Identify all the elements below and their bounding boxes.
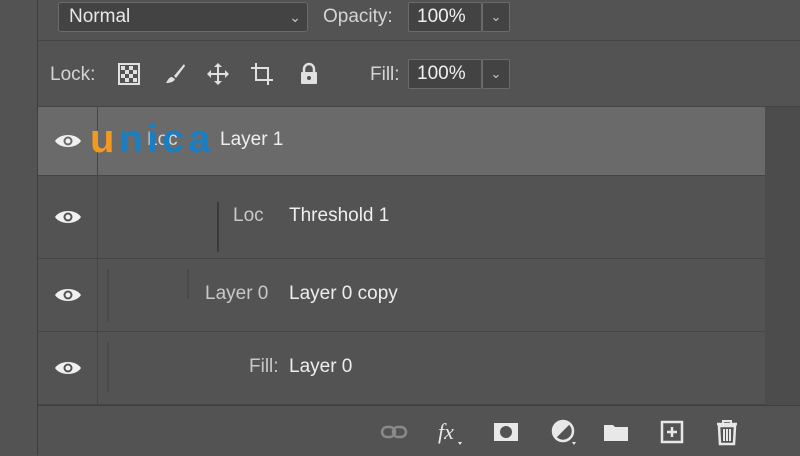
visibility-toggle[interactable]: [38, 176, 98, 258]
mask-icon[interactable]: [492, 418, 520, 446]
chevron-down-icon: ⌄: [289, 9, 301, 25]
layer-name[interactable]: Layer 0: [289, 356, 352, 378]
layers-bottom-toolbar: fx: [38, 405, 800, 456]
lock-artboard-icon[interactable]: [250, 62, 274, 86]
layer-name[interactable]: Layer 1: [220, 129, 283, 151]
layer-row-layer-0-copy[interactable]: Layer 0 Layer 0 copy: [38, 259, 765, 332]
visibility-toggle[interactable]: [38, 332, 98, 404]
layer-name[interactable]: Layer 0 copy: [289, 283, 398, 305]
lock-label: Lock:: [50, 64, 96, 85]
adjustment-icon[interactable]: [550, 418, 578, 446]
lock-position-move-icon[interactable]: [206, 62, 230, 86]
scrollbar[interactable]: [765, 107, 800, 405]
blend-row: Normal ⌄ Opacity: 100% ⌄: [38, 0, 800, 41]
visibility-toggle[interactable]: [38, 107, 98, 175]
visibility-toggle[interactable]: [38, 259, 98, 331]
lock-all-padlock-icon[interactable]: [297, 62, 321, 86]
layer-thumbnail: Layer 0: [99, 259, 284, 331]
ghost-text: Fill:: [249, 356, 279, 377]
fx-icon[interactable]: fx: [436, 418, 464, 446]
layer-name[interactable]: Threshold 1: [289, 205, 389, 227]
opacity-chevron-icon[interactable]: ⌄: [482, 2, 510, 32]
new-layer-icon[interactable]: [658, 418, 686, 446]
adjustment-thumbnail: Loc: [99, 176, 284, 258]
eye-icon: [55, 362, 81, 374]
fill-label: Fill:: [370, 64, 400, 85]
eye-icon: [55, 289, 81, 301]
trash-icon[interactable]: [713, 418, 741, 446]
ghost-text: Layer 0: [205, 283, 269, 304]
unica-logo: unica: [90, 117, 215, 161]
blend-mode-select[interactable]: Normal ⌄: [58, 2, 308, 32]
eye-icon: [55, 211, 81, 223]
layer-row-layer-0[interactable]: Fill: Layer 0: [38, 332, 765, 405]
layer-thumbnail: Fill:: [99, 332, 284, 404]
ghost-text: Loc: [233, 205, 264, 226]
lock-image-pixels-brush-icon[interactable]: [163, 62, 187, 86]
layer-row-threshold-1[interactable]: Loc Threshold 1: [38, 176, 765, 259]
fill-chevron-icon[interactable]: ⌄: [482, 59, 510, 89]
lock-transparent-pixels-icon[interactable]: [117, 62, 141, 86]
svg-text:fx: fx: [438, 419, 454, 444]
folder-icon[interactable]: [602, 418, 630, 446]
left-gutter: [0, 0, 38, 455]
opacity-input[interactable]: 100%: [408, 2, 482, 32]
blend-mode-value: Normal: [69, 6, 131, 27]
opacity-label: Opacity:: [323, 6, 393, 27]
layer-row-layer-1[interactable]: Loc unica Layer 1: [38, 107, 765, 176]
lock-row: Lock: Fill: 100% ⌄: [38, 40, 800, 107]
fill-input[interactable]: 100%: [408, 59, 482, 89]
eye-icon: [55, 135, 81, 147]
layers-panel: Normal ⌄ Opacity: 100% ⌄ Lock: Fill: 100…: [38, 0, 800, 456]
link-icon[interactable]: [380, 418, 408, 446]
